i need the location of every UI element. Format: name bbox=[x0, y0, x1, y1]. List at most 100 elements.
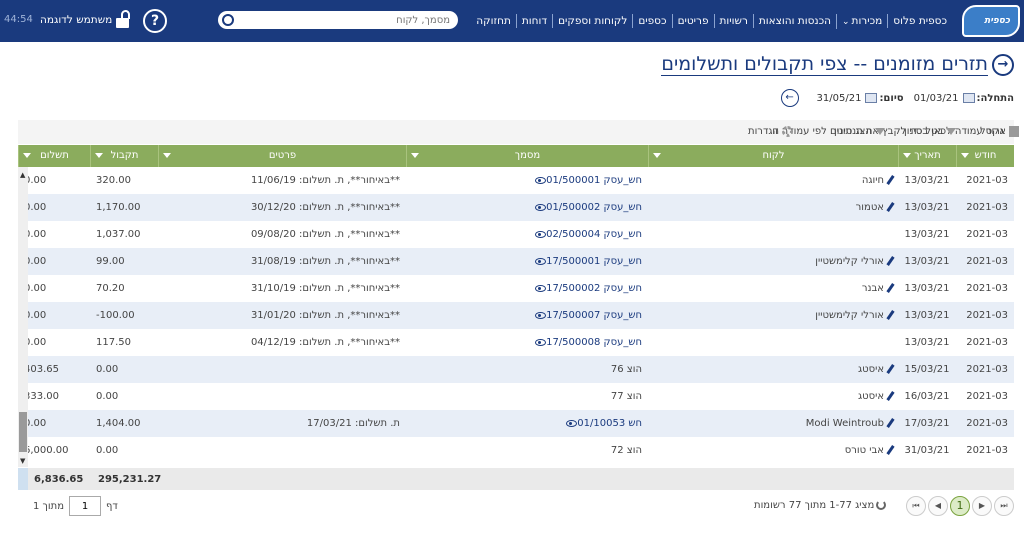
calendar-icon[interactable] bbox=[962, 93, 975, 103]
column-menu-icon[interactable] bbox=[163, 153, 171, 158]
scroll-down-icon[interactable]: ▼ bbox=[20, 457, 25, 465]
table-row[interactable]: 2021-03 17/03/21 Modi Weintroub חש 01/10053… bbox=[18, 410, 1014, 437]
column-menu-icon[interactable] bbox=[411, 153, 419, 158]
search-icon[interactable] bbox=[222, 14, 234, 26]
document-link[interactable]: חש_עסק 01/500001 bbox=[546, 175, 642, 186]
table-row[interactable]: 2021-03 16/03/21 איסטג הוצ 77 0.00 333.00 bbox=[18, 383, 1014, 410]
document-link[interactable]: חש 01/10053 bbox=[577, 418, 642, 429]
column-menu-icon[interactable] bbox=[95, 153, 103, 158]
menu-customers-suppliers[interactable]: לקוחות וספקים bbox=[552, 14, 632, 28]
customer-name[interactable]: אורלי קלימשטיין bbox=[815, 256, 884, 267]
edit-pencil-icon[interactable] bbox=[886, 391, 895, 401]
scrollbar-thumb[interactable] bbox=[19, 412, 27, 452]
last-page-icon[interactable]: ⏮ bbox=[906, 496, 926, 516]
column-header-date[interactable]: תאריך bbox=[898, 145, 956, 167]
column-header-details[interactable]: פרטים bbox=[158, 145, 406, 167]
column-header-receipt[interactable]: תקבול bbox=[90, 145, 158, 167]
first-page-icon[interactable]: ⏭ bbox=[994, 496, 1014, 516]
customer-name[interactable]: אורלי קלימשטיין bbox=[815, 310, 884, 321]
settings-button[interactable]: הגדרות bbox=[748, 126, 794, 137]
page-1-button[interactable]: 1 bbox=[950, 496, 970, 516]
column-header-customer[interactable]: לקוח bbox=[648, 145, 898, 167]
menu-authorities[interactable]: רשויות bbox=[713, 14, 753, 28]
cancel-filter-button[interactable]: בטל סינון bbox=[904, 126, 957, 137]
column-menu-icon[interactable] bbox=[653, 153, 661, 158]
column-menu-icon[interactable] bbox=[961, 153, 969, 158]
customer-name[interactable]: אבנר bbox=[862, 283, 884, 294]
end-date-value[interactable]: 31/05/21 bbox=[817, 93, 862, 104]
document-link[interactable]: חש_עסק 17/500007 bbox=[546, 310, 642, 321]
back-arrow-icon[interactable]: → bbox=[992, 53, 1014, 76]
edit-pencil-icon[interactable] bbox=[886, 283, 895, 293]
menu-sales[interactable]: מכירות⌄ bbox=[836, 13, 887, 29]
column-menu-icon[interactable] bbox=[23, 153, 31, 158]
excel-export-button[interactable]: אקסל bbox=[980, 126, 1019, 137]
view-eye-icon[interactable] bbox=[535, 203, 547, 211]
table-row[interactable]: 2021-03 15/03/21 איסטג הוצ 76 0.00 403.65 bbox=[18, 356, 1014, 383]
scroll-up-icon[interactable]: ▲ bbox=[20, 171, 25, 179]
table-row[interactable]: 2021-03 13/03/21 חיוגה חש_עסק 01/500001 **בא… bbox=[18, 167, 1014, 194]
page-number-input[interactable] bbox=[69, 496, 102, 516]
refresh-icon[interactable] bbox=[876, 500, 886, 510]
column-header-month[interactable]: חודש bbox=[956, 145, 1014, 167]
table-row[interactable]: 2021-03 13/03/21 אבנר חש_עסק 17/500002 **באי… bbox=[18, 275, 1014, 302]
help-icon[interactable]: ? bbox=[143, 9, 167, 33]
refresh-arrow-icon[interactable]: ← bbox=[780, 89, 799, 107]
menu-kaspit-plus[interactable]: כספית פלוס bbox=[887, 14, 952, 28]
column-header-document[interactable]: מסמך bbox=[406, 145, 648, 167]
show-filter-button[interactable]: הצג סינון bbox=[834, 126, 885, 137]
menu-reports[interactable]: דוחות bbox=[515, 14, 552, 28]
vertical-scrollbar[interactable]: ▲ ▼ bbox=[18, 167, 28, 467]
table-row[interactable]: 2021-03 13/03/21 אורלי קלימשטיין חש_עסק 17/… bbox=[18, 302, 1014, 329]
table-row[interactable]: 2021-03 13/03/21 אורלי קלימשטיין חש_עסק 17/… bbox=[18, 248, 1014, 275]
table-row[interactable]: 2021-03 13/03/21 חש_עסק 02/500004 **באיחור*… bbox=[18, 221, 1014, 248]
customer-name[interactable]: Modi Weintroub bbox=[806, 418, 884, 429]
prev-page-icon[interactable]: ▶ bbox=[972, 496, 992, 516]
start-date-value[interactable]: 01/03/21 bbox=[914, 93, 959, 104]
gear-icon bbox=[782, 126, 794, 137]
edit-pencil-icon[interactable] bbox=[886, 310, 895, 320]
document-link[interactable]: חש_עסק 17/500002 bbox=[546, 283, 642, 294]
group-drop-hint[interactable]: גרור עמודה לכאן בכדי לקבץ את הנתונים לפי… bbox=[772, 126, 1004, 137]
edit-pencil-icon[interactable] bbox=[886, 418, 895, 428]
calendar-icon[interactable] bbox=[865, 93, 878, 103]
view-eye-icon[interactable] bbox=[535, 257, 547, 265]
column-menu-icon[interactable] bbox=[903, 153, 911, 158]
customer-name[interactable]: אבי טורס bbox=[845, 445, 884, 456]
next-page-icon[interactable]: ◀ bbox=[928, 496, 948, 516]
document-link[interactable]: חש_עסק 17/500008 bbox=[546, 337, 642, 348]
view-eye-icon[interactable] bbox=[535, 338, 547, 346]
cell-payment: 0.00 bbox=[24, 229, 47, 240]
view-eye-icon[interactable] bbox=[535, 311, 547, 319]
menu-income-expenses[interactable]: הכנסות והוצאות bbox=[752, 14, 836, 28]
customer-name[interactable]: חיוגה bbox=[862, 175, 884, 186]
menu-items[interactable]: פריטים bbox=[671, 14, 714, 28]
customer-name[interactable]: איסטג bbox=[858, 391, 884, 402]
cell-details: **באיחור**, ת. תשלום: 04/12/19 bbox=[250, 337, 400, 348]
edit-pencil-icon[interactable] bbox=[886, 364, 895, 374]
user-name[interactable]: משתמש לדוגמה bbox=[40, 14, 112, 26]
menu-finance[interactable]: כספים bbox=[632, 14, 671, 28]
document-link[interactable]: חש_עסק 17/500001 bbox=[546, 256, 642, 267]
table-row[interactable]: 2021-03 13/03/21 אטמור חש_עסק 01/500002 **בא… bbox=[18, 194, 1014, 221]
cell-month: 2021-03 bbox=[966, 256, 1008, 267]
customer-name[interactable]: אטמור bbox=[856, 202, 884, 213]
view-eye-icon[interactable] bbox=[535, 284, 547, 292]
edit-pencil-icon[interactable] bbox=[886, 175, 895, 185]
menu-maintenance[interactable]: תחזוקה bbox=[471, 14, 516, 28]
app-logo[interactable]: כספית bbox=[962, 5, 1020, 37]
view-eye-icon[interactable] bbox=[535, 230, 547, 238]
customer-name[interactable]: איסטג bbox=[858, 364, 884, 375]
lock-icon[interactable] bbox=[116, 10, 132, 28]
table-row[interactable]: 2021-03 31/03/21 אבי טורס הוצ 72 0.00 6,000.0… bbox=[18, 437, 1014, 464]
view-eye-icon[interactable] bbox=[535, 176, 547, 184]
edit-pencil-icon[interactable] bbox=[886, 445, 895, 455]
edit-pencil-icon[interactable] bbox=[886, 256, 895, 266]
table-row[interactable]: 2021-03 13/03/21 חש_עסק 17/500008 **באיחור*… bbox=[18, 329, 1014, 356]
column-header-payment[interactable]: תשלום bbox=[18, 145, 90, 167]
document-link[interactable]: חש_עסק 02/500004 bbox=[546, 229, 642, 240]
document-link[interactable]: חש_עסק 01/500002 bbox=[546, 202, 642, 213]
search-input[interactable] bbox=[248, 11, 458, 29]
view-eye-icon[interactable] bbox=[566, 419, 578, 427]
edit-pencil-icon[interactable] bbox=[886, 202, 895, 212]
